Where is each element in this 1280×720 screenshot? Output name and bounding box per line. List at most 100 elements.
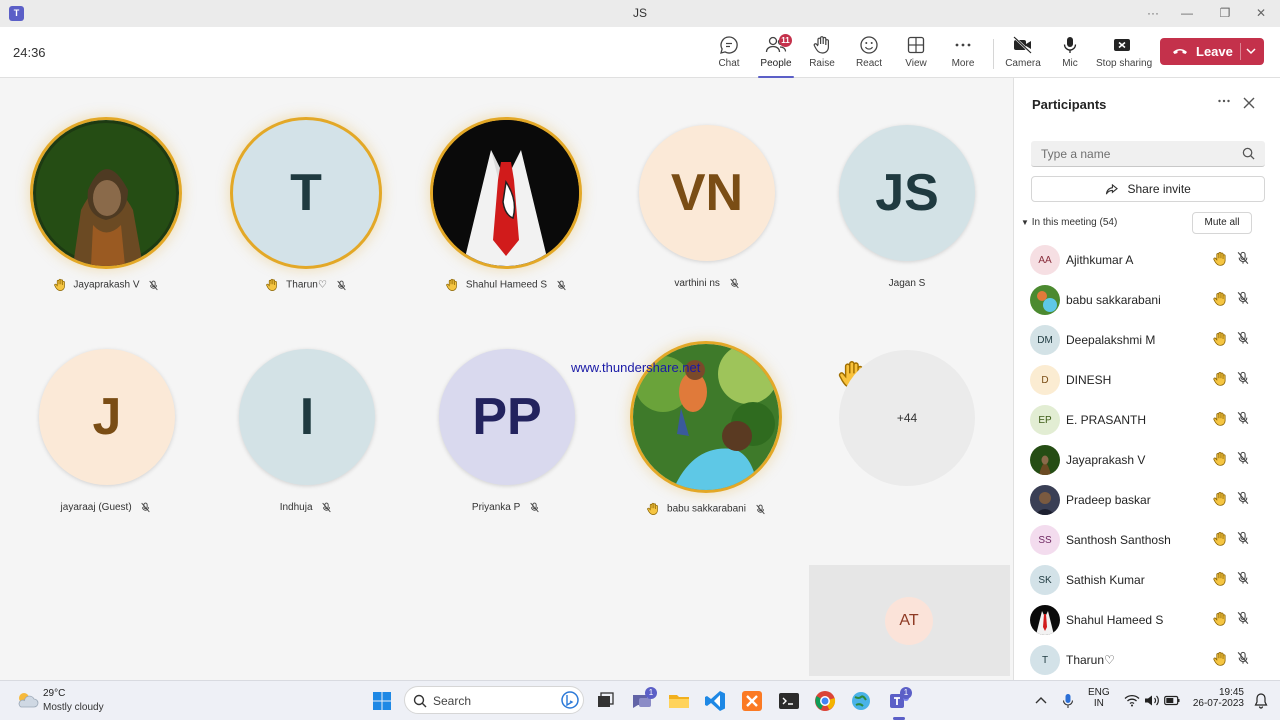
mic-muted-icon[interactable] [1236,371,1250,390]
windows-start-icon[interactable] [369,688,395,714]
participant-tile-priyanka[interactable]: PP [439,349,575,485]
title-bar: T JS ··· — ❐ ✕ [0,0,1280,27]
participant-row[interactable]: T Tharun♡ [1028,643,1268,679]
volume-icon[interactable] [1144,694,1160,707]
participant-tile-indhuja[interactable]: I [239,349,375,485]
battery-icon[interactable] [1164,695,1180,706]
in-meeting-header[interactable]: ▼ In this meeting (54) [1021,217,1117,228]
search-icon [413,694,427,708]
people-button[interactable]: 11 People [753,34,799,78]
participant-avatar [1030,285,1060,315]
notification-bell-icon[interactable] [1254,693,1268,709]
participant-row[interactable]: Pradeep baskar [1028,483,1268,519]
participant-name: Jayaprakash V [1066,453,1146,467]
xampp-icon[interactable] [739,688,765,714]
participant-avatar-initials: EP [1038,414,1052,426]
chat-label: Chat [718,58,740,69]
region-code: IN [1093,698,1104,709]
participant-row[interactable]: DM Deepalakshmi M [1028,323,1268,359]
participant-tile-jayaprakash[interactable] [30,117,182,269]
mic-muted-icon [557,280,566,290]
camera-button[interactable]: Camera [1000,35,1046,75]
mic-muted-icon[interactable] [1236,491,1250,510]
input-language[interactable]: ENG IN [1088,687,1110,709]
wifi-icon[interactable] [1124,694,1140,707]
participant-tile-tharun[interactable]: T [230,117,382,269]
participant-row[interactable]: babu sakkarabani [1028,283,1268,319]
mic-muted-icon[interactable] [1236,531,1250,550]
participant-name: jayaraaj (Guest) [60,502,132,513]
partly-cloudy-icon[interactable] [15,690,39,710]
participant-row[interactable]: EP E. PRASANTH [1028,403,1268,439]
chevron-up-icon[interactable] [1035,695,1047,705]
mic-button[interactable]: Mic [1047,35,1093,75]
taskbar-search-label: Search [433,694,472,708]
people-label: People [760,58,792,69]
mic-muted-icon[interactable] [1236,291,1250,310]
more-horizontal-icon [955,43,971,47]
mute-all-button[interactable]: Mute all [1192,212,1252,234]
raise-hand-button[interactable]: Raise [799,35,845,75]
chat-button[interactable]: Chat [706,35,752,75]
participant-search-input[interactable] [1031,141,1265,167]
network-globe-icon[interactable] [848,688,874,714]
terminal-icon[interactable] [776,688,802,714]
raised-hand-icon [1212,291,1228,312]
minimize-button[interactable]: — [1172,4,1202,22]
system-clock[interactable]: 19:45 26-07-2023 [1192,687,1244,709]
more-actions-button[interactable]: More [940,35,986,75]
clock-date: 26-07-2023 [1192,698,1244,709]
participant-tile-jagan[interactable]: JS [839,125,975,261]
file-explorer-icon[interactable] [666,688,692,714]
mic-muted-icon[interactable] [1236,451,1250,470]
mic-muted-icon[interactable] [1236,331,1250,350]
participant-row[interactable]: AA Ajithkumar A [1028,243,1268,279]
participant-avatar: SS [1030,525,1060,555]
leave-button[interactable]: Leave [1160,38,1264,65]
react-label: React [855,58,883,69]
tray-mic-icon[interactable] [1062,693,1074,709]
view-button[interactable]: View [893,35,939,75]
participant-row[interactable]: SS Santhosh Santhosh [1028,523,1268,559]
participant-row[interactable]: SK Sathish Kumar [1028,563,1268,599]
close-icon[interactable] [1243,97,1255,109]
participant-initials: J [92,388,122,446]
more-participants-tile[interactable]: +44 [839,350,975,486]
participant-tile-varthini[interactable]: VN [639,125,775,261]
raised-hand-icon [1212,411,1228,432]
watermark-text: www.thundershare.net [571,360,701,375]
task-view-icon[interactable] [592,688,618,714]
mic-muted-icon[interactable] [1236,571,1250,590]
participant-initials: T [290,164,322,222]
taskbar-search[interactable]: Search [404,686,584,714]
participant-tile-shahul[interactable] [430,117,582,269]
panel-more-icon[interactable] [1217,94,1231,108]
maximize-button[interactable]: ❐ [1210,4,1240,22]
tile-name-row: Tharun♡ [206,278,406,292]
chat-icon [720,36,738,54]
close-window-button[interactable]: ✕ [1246,4,1276,22]
stop-sharing-button[interactable]: Stop sharing [1096,35,1152,75]
vscode-icon[interactable] [702,688,728,714]
participant-tile-jayaraaj[interactable]: J [39,349,175,485]
participant-row[interactable]: Jayaprakash V [1028,443,1268,479]
participant-name: Jagan S [888,278,926,289]
participant-name: babu sakkarabani [1066,293,1161,307]
bing-icon[interactable] [561,691,579,709]
participant-row[interactable]: Shahul Hameed S [1028,603,1268,639]
react-button[interactable]: React [846,35,892,75]
mic-muted-icon[interactable] [1236,411,1250,430]
chevron-down-icon[interactable] [1246,48,1256,55]
share-invite-button[interactable]: Share invite [1031,176,1265,202]
photo-suit-tie [433,120,579,266]
mic-muted-icon[interactable] [1236,651,1250,670]
chrome-icon[interactable] [812,688,838,714]
mic-muted-icon[interactable] [1236,611,1250,630]
participant-row[interactable]: D DINESH [1028,363,1268,399]
raised-hand-icon [1212,251,1228,272]
mic-muted-icon[interactable] [1236,251,1250,270]
self-video-tile[interactable]: AT [809,565,1010,676]
window-more-button[interactable]: ··· [1138,4,1168,22]
overflow-count: +44 [896,411,918,425]
participant-avatar [1030,445,1060,475]
